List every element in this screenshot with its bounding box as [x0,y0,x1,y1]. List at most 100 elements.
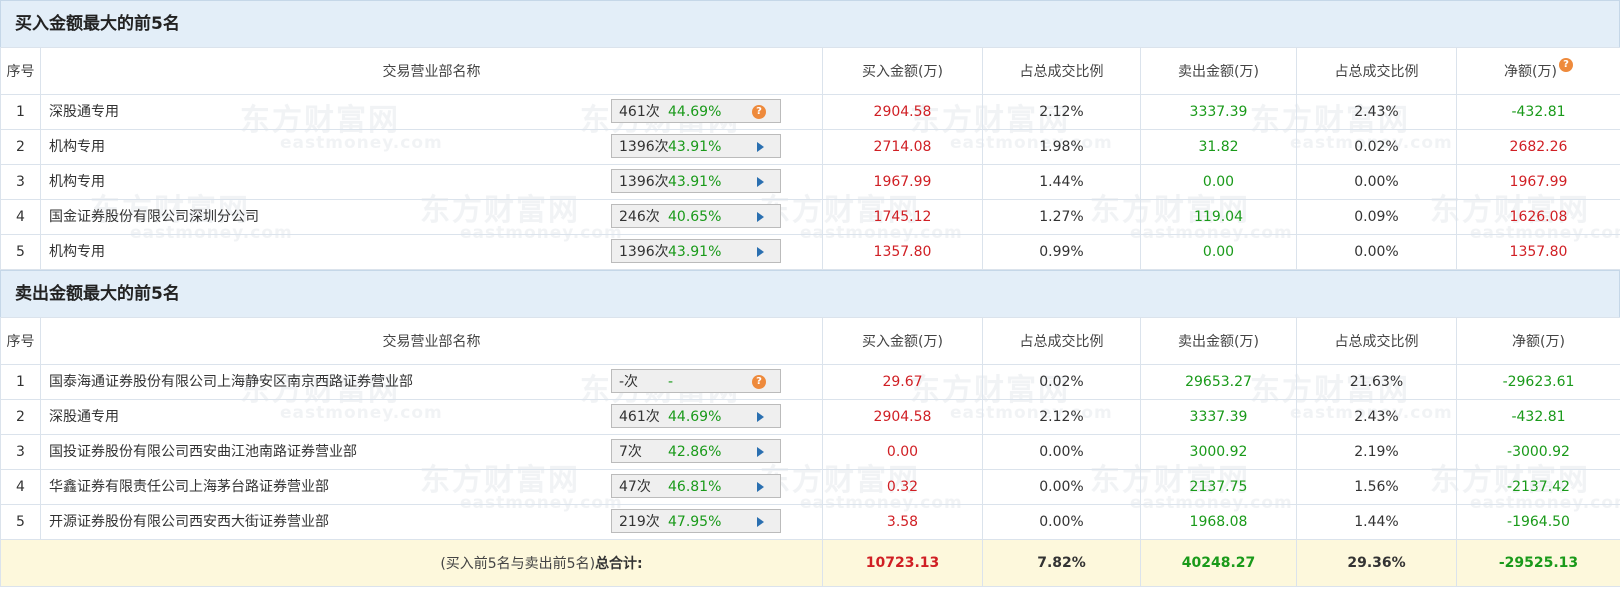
row-sell: 1968.08 [1140,504,1297,540]
row-net: 1967.99 [1456,164,1620,200]
table-row: 5 机构专用 1396次 43.91% 1357.80 0.99% 0.00 0.00% 135… [0,234,1620,270]
row-net: 1626.08 [1456,199,1620,235]
header-net-label: 净额(万) [1504,64,1557,80]
play-arrow-icon[interactable] [757,247,764,257]
row-net: 1357.80 [1456,234,1620,270]
row-buy-ratio: 0.00% [982,469,1141,505]
branch-name: 深股通专用 [49,409,119,425]
branch-stats-button[interactable]: 461次 44.69% [611,404,781,428]
play-arrow-icon[interactable] [757,142,764,152]
row-name-cell: 机构专用 1396次 43.91% [40,234,823,270]
table-row: 4 国金证券股份有限公司深圳分公司 246次 40.65% 1745.12 1.27% 11… [0,199,1620,235]
row-name-cell: 深股通专用 461次 44.69%? [40,94,823,130]
row-net: -1964.50 [1456,504,1620,540]
branch-count: 7次 [619,444,642,460]
branch-stats-button[interactable]: 7次 42.86% [611,439,781,463]
table-row: 1 深股通专用 461次 44.69%? 2904.58 2.12% 3337.39 2.43… [0,94,1620,130]
row-sell-ratio: 0.02% [1296,129,1457,165]
row-sell-ratio: 0.00% [1296,234,1457,270]
row-buy: 1745.12 [822,199,983,235]
row-buy-ratio: 1.98% [982,129,1141,165]
branch-count: -次 [619,374,639,390]
row-buy-ratio: 0.00% [982,434,1141,470]
header-net: 净额(万) [1456,317,1620,365]
branch-stats-button[interactable]: 1396次 43.91% [611,169,781,193]
row-name-cell: 深股通专用 461次 44.69% [40,399,823,435]
row-buy: 2904.58 [822,399,983,435]
row-name-cell: 华鑫证券有限责任公司上海茅台路证券营业部 47次 46.81% [40,469,823,505]
branch-name: 机构专用 [49,139,105,155]
table-row: 1 国泰海通证券股份有限公司上海静安区南京西路证券营业部 -次 -? 29.67 0.02… [0,364,1620,400]
row-sell: 0.00 [1140,164,1297,200]
branch-count: 246次 [619,209,660,225]
play-arrow-icon[interactable] [757,412,764,422]
row-sell: 31.82 [1140,129,1297,165]
row-sell-ratio: 2.43% [1296,399,1457,435]
question-icon[interactable]: ? [752,105,766,119]
row-sell: 3000.92 [1140,434,1297,470]
branch-stats-button[interactable]: 461次 44.69%? [611,99,781,123]
play-arrow-icon[interactable] [757,517,764,527]
branch-stats-button[interactable]: 219次 47.95% [611,509,781,533]
row-name-cell: 国投证券股份有限公司西安曲江池南路证券营业部 7次 42.86% [40,434,823,470]
row-buy: 1967.99 [822,164,983,200]
table-row: 3 国投证券股份有限公司西安曲江池南路证券营业部 7次 42.86% 0.00 0.00%… [0,434,1620,470]
row-buy: 29.67 [822,364,983,400]
row-seq: 4 [0,199,41,235]
sell-table: 序号 交易营业部名称 买入金额(万) 占总成交比例 卖出金额(万) 占总成交比例… [0,317,1620,587]
table-row: 5 开源证券股份有限公司西安西大街证券营业部 219次 47.95% 3.58 0.00%… [0,504,1620,540]
total-row: (买入前5名与卖出前5名)总合计: 10723.13 7.82% 40248.2… [0,539,1620,587]
row-buy-ratio: 1.44% [982,164,1141,200]
branch-stats-button[interactable]: 246次 40.65% [611,204,781,228]
branch-count: 219次 [619,514,660,530]
total-label-prefix: (买入前5名与卖出前5名) [440,556,596,572]
header-sell-ratio: 占总成交比例 [1296,317,1457,365]
branch-rate: 40.65% [668,209,722,225]
row-buy: 2714.08 [822,129,983,165]
row-name-cell: 机构专用 1396次 43.91% [40,129,823,165]
row-buy-ratio: 0.02% [982,364,1141,400]
branch-rate: 44.69% [668,104,722,120]
total-sell: 40248.27 [1140,539,1297,587]
branch-stats-button[interactable]: 1396次 43.91% [611,239,781,263]
row-seq: 1 [0,364,41,400]
play-arrow-icon[interactable] [757,212,764,222]
branch-count: 461次 [619,409,660,425]
row-sell-ratio: 0.00% [1296,164,1457,200]
row-seq: 4 [0,469,41,505]
total-sell-ratio: 29.36% [1296,539,1457,587]
play-arrow-icon[interactable] [757,482,764,492]
header-name: 交易营业部名称 [40,317,823,365]
table-row: 4 华鑫证券有限责任公司上海茅台路证券营业部 47次 46.81% 0.32 0.00% 2… [0,469,1620,505]
row-sell-ratio: 2.43% [1296,94,1457,130]
branch-stats-button[interactable]: 47次 46.81% [611,474,781,498]
branch-count: 1396次 [619,174,669,190]
row-seq: 5 [0,234,41,270]
table-header-row: 序号 交易营业部名称 买入金额(万) 占总成交比例 卖出金额(万) 占总成交比例… [0,47,1620,95]
row-net: 2682.26 [1456,129,1620,165]
branch-rate: 46.81% [668,479,722,495]
header-seq: 序号 [0,317,41,365]
row-sell: 2137.75 [1140,469,1297,505]
play-arrow-icon[interactable] [757,447,764,457]
row-name-cell: 国泰海通证券股份有限公司上海静安区南京西路证券营业部 -次 -? [40,364,823,400]
branch-stats-button[interactable]: -次 -? [611,369,781,393]
question-icon[interactable]: ? [1558,58,1573,72]
branch-count: 1396次 [619,139,669,155]
branch-count: 1396次 [619,244,669,260]
row-sell: 3337.39 [1140,94,1297,130]
row-seq: 5 [0,504,41,540]
play-arrow-icon[interactable] [757,177,764,187]
row-sell-ratio: 1.56% [1296,469,1457,505]
header-buy-ratio: 占总成交比例 [982,47,1141,95]
branch-stats-button[interactable]: 1396次 43.91% [611,134,781,158]
row-seq: 3 [0,434,41,470]
header-sell: 卖出金额(万) [1140,47,1297,95]
row-sell-ratio: 21.63% [1296,364,1457,400]
header-buy: 买入金额(万) [822,47,983,95]
header-sell: 卖出金额(万) [1140,317,1297,365]
branch-name: 国投证券股份有限公司西安曲江池南路证券营业部 [49,444,357,460]
question-icon[interactable]: ? [752,375,766,389]
branch-name: 机构专用 [49,244,105,260]
row-seq: 1 [0,94,41,130]
